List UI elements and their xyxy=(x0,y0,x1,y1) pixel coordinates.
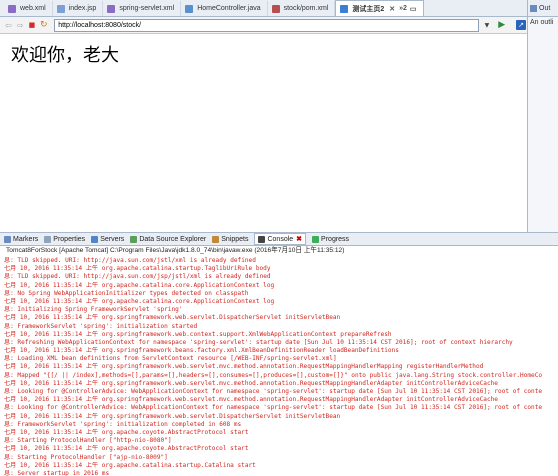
console-line: 息: No Spring WebApplicationInitializer t… xyxy=(4,289,249,297)
console-process-label: Tomcat8ForStock [Apache Tomcat] C:\Progr… xyxy=(0,246,558,256)
console-line: 七月 10, 2016 11:35:14 上午 org.springframew… xyxy=(4,363,484,371)
console-line: 七月 10, 2016 11:35:14 上午 org.apache.catal… xyxy=(4,265,271,273)
outline-icon xyxy=(530,4,537,12)
forward-arrow-icon[interactable]: ⇨ xyxy=(15,20,26,31)
outline-title: Out xyxy=(539,4,551,12)
editor-tab-label: index.jsp xyxy=(68,5,97,12)
view-tab-servers[interactable]: Servers xyxy=(91,235,125,243)
console-line: 七月 10, 2016 11:35:14 上午 org.apache.coyot… xyxy=(4,445,249,453)
browser-toolbar: ⇦ ⇨ ■ ↻ http://localhost:8080/stock/ ▼ ▶… xyxy=(0,17,527,34)
console-line: 息: Looking for @ControllerAdvice: WebApp… xyxy=(4,404,543,412)
editor-tab-label: spring-servlet.xml xyxy=(119,5,175,12)
minimize-icon[interactable]: ▭ xyxy=(410,5,417,13)
more-tabs-chevron-icon[interactable]: »2 xyxy=(399,5,407,12)
close-view-icon[interactable]: ✖ xyxy=(296,235,302,243)
console-line: 七月 10, 2016 11:35:14 上午 org.apache.catal… xyxy=(4,297,275,305)
file-icon xyxy=(271,4,280,13)
properties-icon xyxy=(44,235,52,243)
file-icon xyxy=(185,4,194,13)
editor-tab[interactable]: 测试主页2 ✕ »2 ▭ xyxy=(335,0,424,16)
console-line: 七月 10, 2016 11:35:14 上午 org.springframew… xyxy=(4,379,498,387)
go-arrow-icon[interactable]: ▶ xyxy=(496,20,507,31)
view-tab-progress[interactable]: Progress xyxy=(312,235,350,243)
console-line: 息: Starting ProtocolHandler ["http-nio-8… xyxy=(4,437,172,445)
editor-tab-label: 测试主页2 xyxy=(352,5,385,13)
editor-tab[interactable]: spring-servlet.xml xyxy=(103,1,182,16)
console-line: 息: TLD skipped. URI: http://java.sun.com… xyxy=(4,257,256,264)
external-browser-icon[interactable]: ↗ xyxy=(516,20,526,30)
console-line: 息: FrameworkServlet 'spring': initializa… xyxy=(4,322,198,330)
console-line: 息: TLD skipped. URI: http://java.sun.com… xyxy=(4,273,271,281)
progress-icon xyxy=(312,235,320,243)
outline-view: Out An outli xyxy=(527,0,558,232)
console-line: 息: Refreshing WebApplicationContext for … xyxy=(4,338,513,346)
view-tab-properties[interactable]: Properties xyxy=(44,235,86,243)
view-tab-label: Servers xyxy=(100,235,125,243)
editor-tab-label: web.xml xyxy=(20,5,46,12)
outline-tab[interactable]: Out xyxy=(528,0,558,17)
console-line: 七月 10, 2016 11:35:14 上午 org.apache.coyot… xyxy=(4,428,249,436)
console-line: 七月 10, 2016 11:35:14 上午 org.springframew… xyxy=(4,330,392,338)
editor-tab[interactable]: stock/pom.xml xyxy=(268,1,336,16)
console-line: 息: Looking for @ControllerAdvice: WebApp… xyxy=(4,388,543,395)
outline-message: An outli xyxy=(530,19,554,26)
file-icon xyxy=(56,4,65,13)
file-icon xyxy=(107,4,116,13)
editor-tab-bar: web.xml index.jsp spring-servlet.xml HomeCo… xyxy=(0,0,527,17)
console-line: 七月 10, 2016 11:35:14 上午 org.apache.catal… xyxy=(4,461,256,469)
editor-tab[interactable]: index.jsp xyxy=(53,1,104,16)
console-line: 息: Initializing Spring FrameworkServlet … xyxy=(4,306,183,314)
view-tab-data-source-explorer[interactable]: Data Source Explorer xyxy=(130,235,207,243)
console-icon xyxy=(258,235,266,243)
refresh-icon[interactable]: ↻ xyxy=(38,20,49,31)
view-tab-bar: Markers Properties Servers Data Source Expl… xyxy=(0,232,558,246)
view-tab-console[interactable]: Console ✖ xyxy=(254,233,307,245)
welcome-heading: 欢迎你，老大 xyxy=(11,45,119,66)
console-line: 七月 10, 2016 11:35:14 上午 org.springframew… xyxy=(4,347,399,355)
console-output[interactable]: 息: TLD skipped. URI: http://java.sun.com… xyxy=(0,257,558,476)
editor-tab-label: HomeController.java xyxy=(197,5,261,12)
console-line: 息: FrameworkServlet 'spring': initializa… xyxy=(4,420,242,428)
url-input[interactable]: http://localhost:8080/stock/ xyxy=(54,18,479,32)
console-line: 七月 10, 2016 11:35:14 上午 org.apache.catal… xyxy=(4,281,275,289)
editor-tab[interactable]: web.xml xyxy=(4,1,53,16)
servers-icon xyxy=(91,235,99,243)
editor-tab-label: stock/pom.xml xyxy=(283,5,329,12)
view-tab-label: Console xyxy=(267,235,294,243)
view-tab-label: Data Source Explorer xyxy=(139,235,207,243)
editor-tab[interactable]: HomeController.java xyxy=(181,1,268,16)
console-line: 息: Server startup in 2016 ms xyxy=(4,469,110,476)
console-line: 息: Mapped "{[/ || /index],methods=[],par… xyxy=(4,371,543,379)
file-icon xyxy=(340,4,349,13)
snippets-icon xyxy=(212,235,220,243)
view-tab-label: Snippets xyxy=(221,235,249,243)
file-icon xyxy=(8,4,16,13)
browser-page-content: 欢迎你，老大 xyxy=(0,34,527,228)
url-dropdown-icon[interactable]: ▼ xyxy=(482,20,493,31)
console-line: 息: Starting ProtocolHandler ["ajp-nio-80… xyxy=(4,453,168,461)
console-line: 七月 10, 2016 11:35:14 上午 org.springframew… xyxy=(4,396,498,404)
back-arrow-icon[interactable]: ⇦ xyxy=(3,20,14,31)
data-source-explorer-icon xyxy=(130,235,138,243)
stop-icon[interactable]: ■ xyxy=(27,20,38,31)
close-tab-icon[interactable]: ✕ xyxy=(389,5,395,13)
view-tab-label: Markers xyxy=(13,235,39,243)
view-tab-label: Progress xyxy=(321,235,350,243)
console-line: 七月 10, 2016 11:35:14 上午 org.springframew… xyxy=(4,412,341,420)
view-tab-label: Properties xyxy=(53,235,86,243)
console-line: 息: Loading XML bean definitions from Ser… xyxy=(4,355,337,363)
markers-icon xyxy=(4,235,11,243)
view-tab-snippets[interactable]: Snippets xyxy=(212,235,249,243)
view-tab-markers[interactable]: Markers xyxy=(4,235,39,243)
console-line: 七月 10, 2016 11:35:14 上午 org.springframew… xyxy=(4,314,341,322)
